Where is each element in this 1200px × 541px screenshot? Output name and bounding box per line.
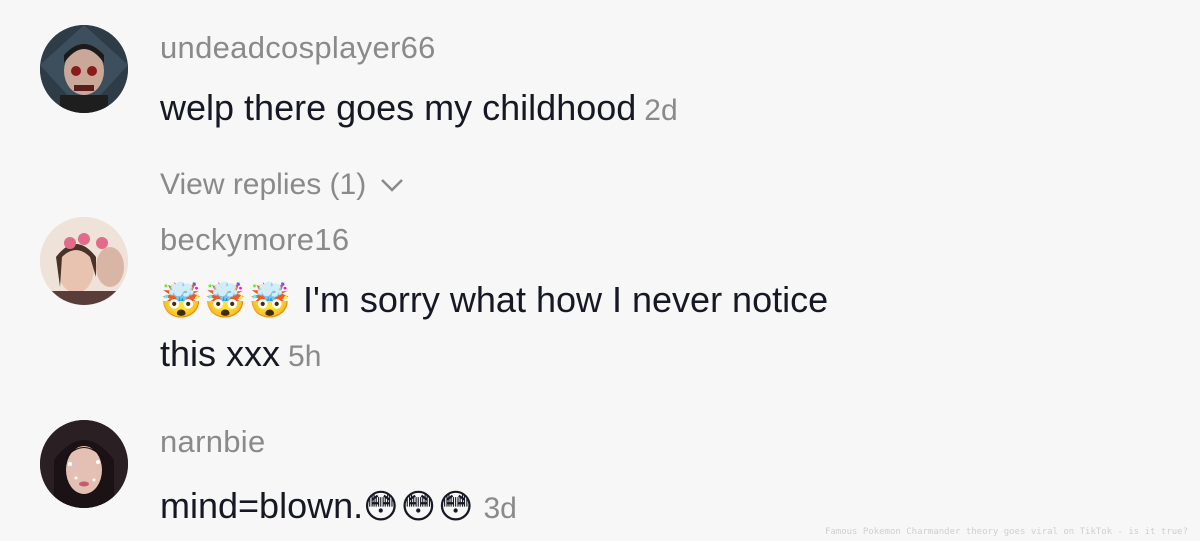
comment-body-line1: I'm sorry what how I never notice — [303, 279, 829, 320]
avatar[interactable] — [40, 420, 128, 508]
avatar-image — [40, 420, 128, 508]
comments-list: undeadcosplayer66 welp there goes my chi… — [0, 0, 1200, 541]
comment-time: 2d — [644, 94, 678, 127]
comment-text: 🤯🤯🤯 I'm sorry what how I never notice — [160, 274, 828, 327]
avatar[interactable] — [40, 25, 128, 113]
view-replies-button[interactable]: View replies (1) — [160, 168, 405, 202]
comment-time: 3d — [483, 492, 517, 525]
exploding-head-emoji: 🤯 — [248, 282, 292, 320]
comment-time: 5h — [288, 340, 322, 373]
avatar-image — [40, 25, 128, 113]
avatar[interactable] — [40, 217, 128, 305]
chevron-down-icon — [380, 179, 403, 192]
username[interactable]: undeadcosplayer66 — [160, 30, 436, 66]
comment-text: mind=blown.😳😳😳 3d — [160, 480, 517, 535]
avatar-image — [40, 217, 128, 305]
comment-body: welp there goes my childhood — [160, 87, 637, 128]
flushed-face-emoji: 😳 — [438, 488, 474, 526]
comment-body: mind=blown. — [160, 485, 364, 526]
comment-body-line2: this xxx — [160, 333, 281, 374]
username[interactable]: beckymore16 — [160, 222, 349, 258]
username[interactable]: narnbie — [160, 424, 266, 460]
flushed-face-emoji: 😳 — [363, 488, 399, 526]
watermark: Famous Pokemon Charmander theory goes vi… — [824, 527, 1188, 537]
flushed-face-emoji: 😳 — [400, 488, 437, 526]
view-replies-label: View replies (1) — [160, 168, 367, 201]
exploding-head-emoji: 🤯 — [160, 282, 203, 320]
exploding-head-emoji: 🤯 — [204, 282, 247, 320]
comment-text-cont: this xxx 5h — [160, 328, 321, 383]
comment-text: welp there goes my childhood 2d — [160, 82, 678, 137]
